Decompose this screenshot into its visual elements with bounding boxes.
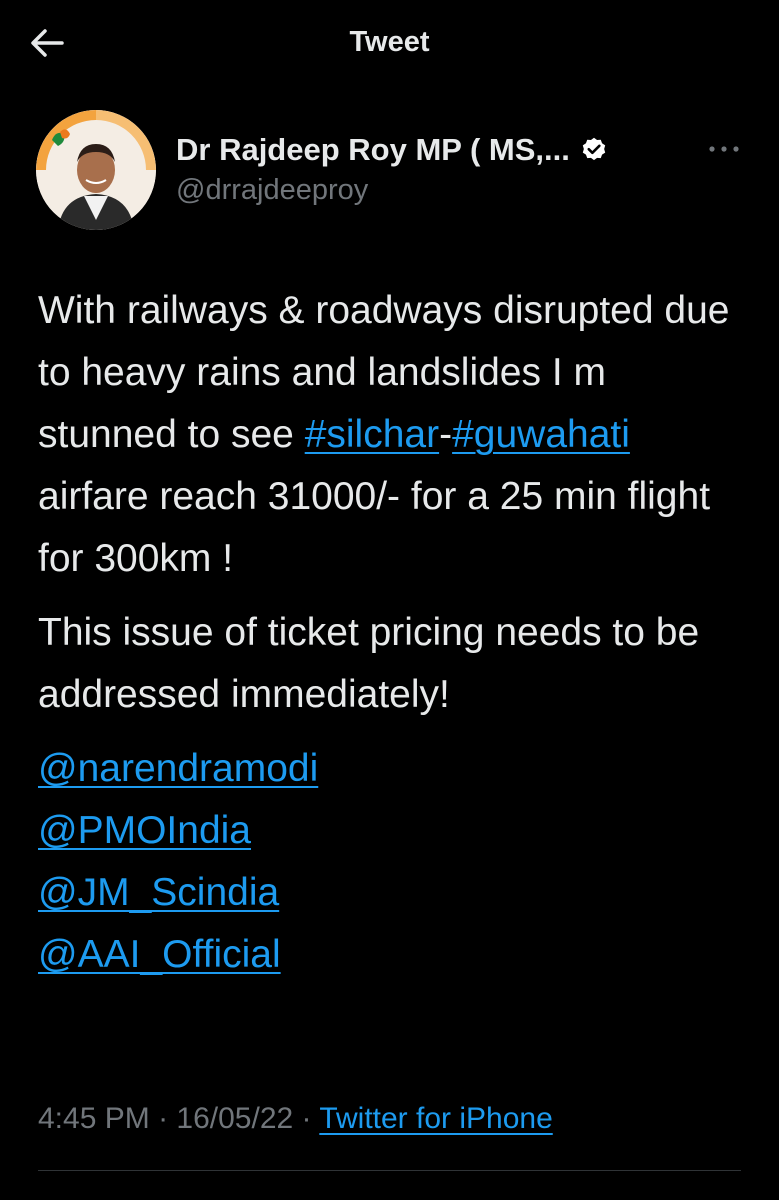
- verified-badge-icon: [582, 137, 606, 161]
- tweet-text-segment: airfare reach 31000/- for a 25 min fligh…: [38, 475, 711, 580]
- tweet-date: 16/05/22: [176, 1102, 294, 1135]
- top-bar: Tweet: [0, 0, 779, 86]
- mention-link[interactable]: @AAI_Official: [38, 933, 281, 976]
- more-horizontal-icon: [709, 146, 739, 152]
- tweet-time: 4:45 PM: [38, 1102, 150, 1135]
- tweet-author: Dr Rajdeep Roy MP ( MS,... @drrajdeeproy: [36, 110, 746, 230]
- divider: [38, 1170, 741, 1171]
- meta-separator: ·: [293, 1102, 320, 1135]
- author-name[interactable]: Dr Rajdeep Roy MP ( MS,...: [176, 132, 570, 168]
- meta-separator: ·: [149, 1102, 177, 1135]
- hashtag-silchar-link[interactable]: #silchar: [305, 413, 439, 456]
- mention-list: @narendramodi @PMOIndia @JM_Scindia @AAI…: [38, 738, 748, 986]
- tweet-paragraph-1: With railways & roadways disrupted due t…: [38, 280, 748, 590]
- mention-link[interactable]: @JM_Scindia: [38, 871, 279, 914]
- mention-link[interactable]: @narendramodi: [38, 747, 318, 790]
- author-name-line: Dr Rajdeep Roy MP ( MS,...: [176, 130, 608, 170]
- page-title: Tweet: [349, 26, 430, 58]
- mention-link[interactable]: @PMOIndia: [38, 809, 251, 852]
- tweet-source-link[interactable]: Twitter for iPhone: [319, 1102, 552, 1135]
- more-options-button[interactable]: [702, 134, 746, 164]
- avatar[interactable]: [36, 110, 156, 230]
- author-handle[interactable]: @drrajdeeproy: [176, 174, 368, 207]
- tweet-text: With railways & roadways disrupted due t…: [38, 280, 748, 986]
- profile-photo: [36, 110, 156, 230]
- tweet-paragraph-2: This issue of ticket pricing needs to be…: [38, 611, 700, 716]
- tweet-metadata: 4:45 PM · 16/05/22 · Twitter for iPhone: [38, 1102, 553, 1136]
- hashtag-guwahati-link[interactable]: #guwahati: [452, 413, 630, 456]
- hashtag-separator: -: [439, 413, 453, 456]
